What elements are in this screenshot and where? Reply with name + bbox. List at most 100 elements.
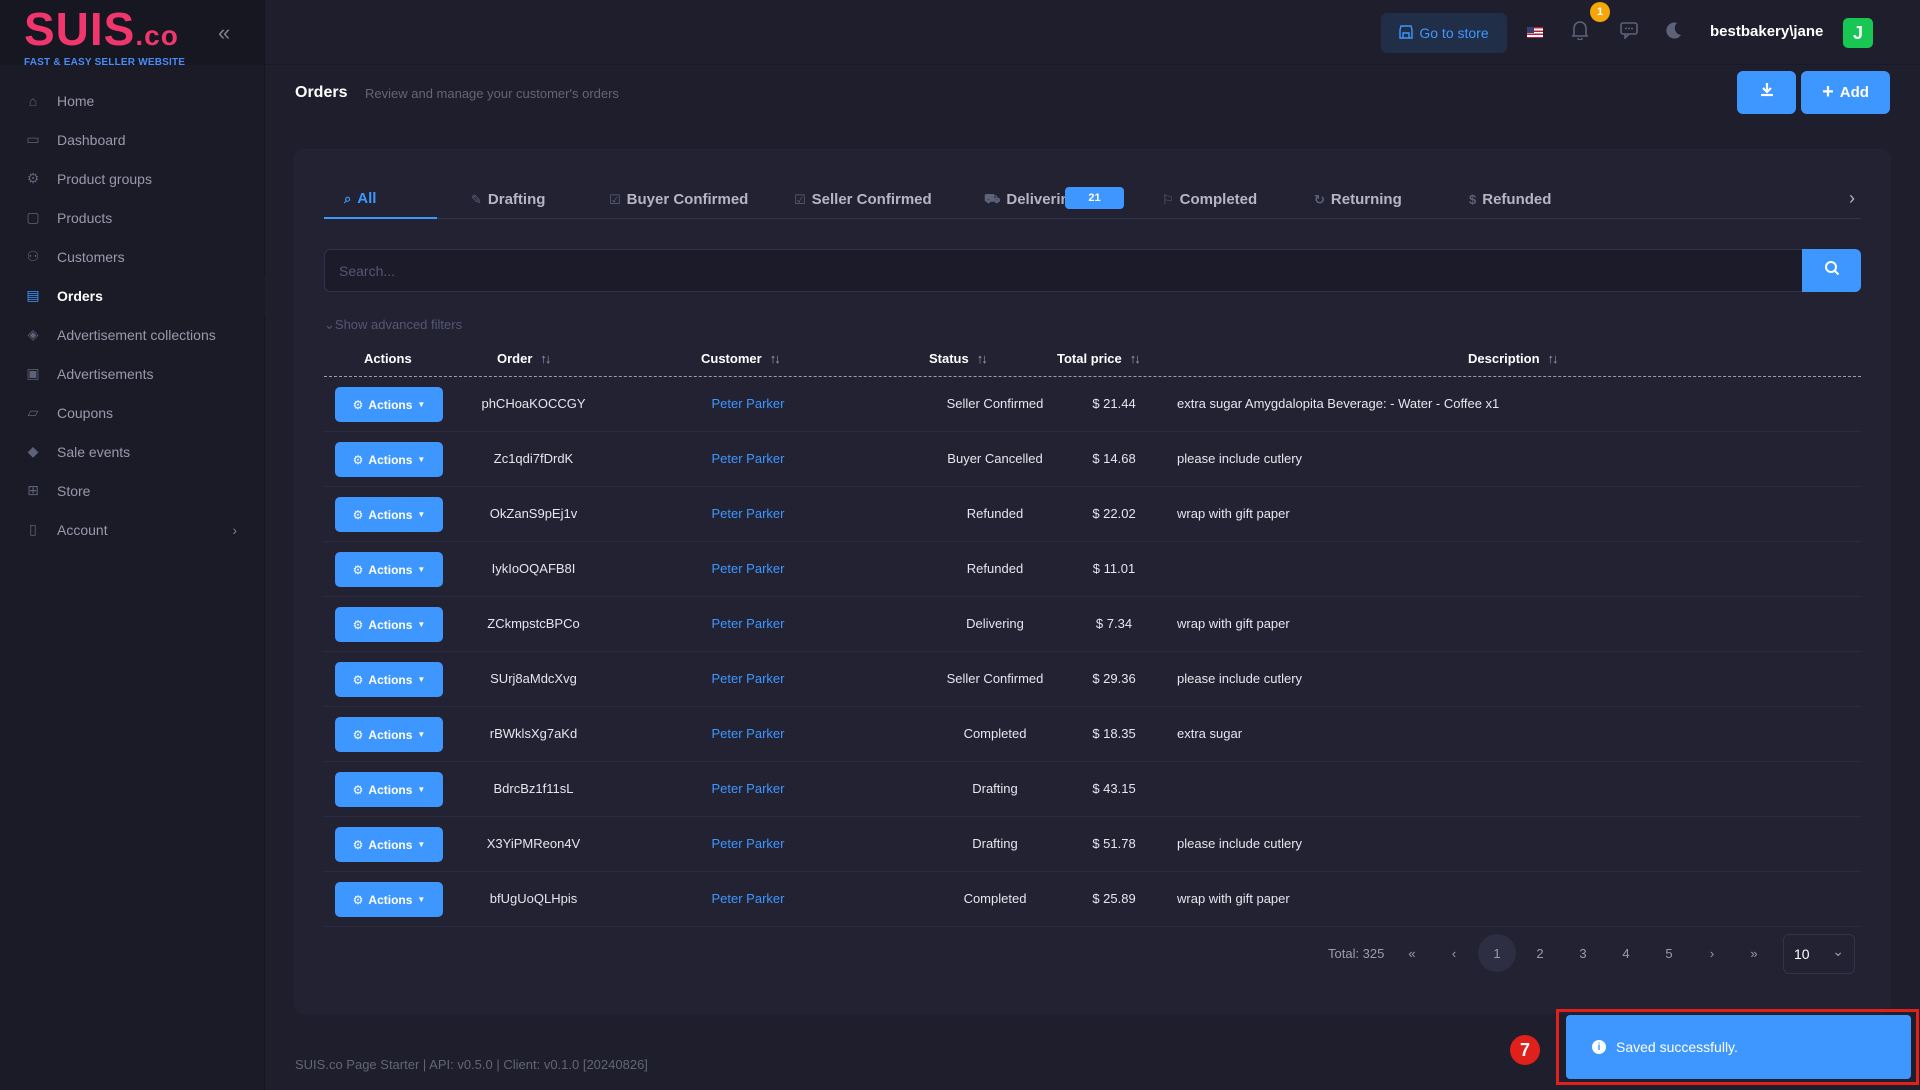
customer-link[interactable]: Peter Parker — [643, 451, 853, 466]
truck-icon: ⛟ — [984, 190, 1001, 206]
gear-icon: ⚙ — [352, 837, 364, 852]
add-button[interactable]: + Add — [1801, 71, 1890, 114]
toast-notification[interactable]: i Saved successfully. — [1566, 1015, 1911, 1079]
customer-link[interactable]: Peter Parker — [643, 726, 853, 741]
tab-delivering[interactable]: ⛟ Delivering — [964, 180, 1079, 219]
tab-drafting[interactable]: ✎ Drafting — [451, 180, 545, 219]
sidebar-item-store[interactable]: ⊞ Store — [0, 471, 265, 510]
orders-table: Actions Order ↑↓ Customer ↑↓ Status ↑↓ Tota… — [324, 342, 1861, 927]
customer-link[interactable]: Peter Parker — [643, 616, 853, 631]
download-icon — [1759, 82, 1775, 103]
download-button[interactable] — [1737, 71, 1796, 114]
sidebar-item-dashboard[interactable]: ▭ Dashboard — [0, 120, 265, 159]
sort-icon: ↑↓ — [1547, 351, 1559, 366]
orders-icon: ▤ — [26, 287, 40, 303]
table-row: ⚙ Actions ▼ OkZanS9pEj1v Peter Parker Refunde… — [324, 487, 1861, 542]
tab-completed[interactable]: ⚐ Completed — [1142, 180, 1257, 219]
customer-link[interactable]: Peter Parker — [643, 891, 853, 906]
sidebar-item-orders[interactable]: ▤ Orders — [0, 276, 265, 315]
table-row: ⚙ Actions ▼ BdrcBz1f11sL Peter Parker Draftin… — [324, 762, 1861, 817]
home-icon: ⌂ — [28, 92, 38, 109]
sidebar-item-label: Dashboard — [57, 131, 126, 148]
header-order[interactable]: Order ↑↓ — [497, 351, 551, 366]
order-description: please include cutlery — [1177, 671, 1303, 686]
us-flag-icon[interactable] — [1527, 27, 1543, 38]
sidebar-item-customers[interactable]: ⚇ Customers — [0, 237, 265, 276]
show-advanced-filters-link[interactable]: ⌄Show advanced filters — [324, 317, 462, 333]
user-name[interactable]: bestbakery\jane — [1710, 23, 1823, 40]
logo-tagline: FAST & EASY SELLER WEBSITE — [24, 57, 186, 68]
annotation-marker: 7 — [1510, 1035, 1540, 1065]
tab-all[interactable]: ⌕ All — [324, 180, 437, 219]
sort-icon: ↑↓ — [769, 351, 781, 366]
order-id: BdrcBz1f11sL — [493, 781, 574, 796]
order-id: bfUgUoQLHpis — [489, 891, 578, 906]
page-button[interactable]: 3 — [1564, 934, 1602, 972]
gear-icon: ⚙ — [352, 452, 364, 467]
tab-buyer-confirmed[interactable]: ☑ Buyer Confirmed — [589, 180, 748, 219]
chevrons-left-icon[interactable]: « — [218, 20, 230, 46]
table-body: ⚙ Actions ▼ phCHoaKOCCGY Peter Parker Seller … — [324, 377, 1861, 927]
total-count: Total: 325 — [1328, 946, 1385, 961]
order-id: SUrj8aMdcXvg — [490, 671, 577, 686]
next-page-button[interactable]: › — [1693, 934, 1731, 972]
moon-icon[interactable] — [1665, 21, 1683, 44]
prev-page-button[interactable]: ‹ — [1435, 934, 1473, 972]
header-actions: Actions — [364, 351, 412, 366]
dashboard-icon: ▭ — [26, 131, 40, 147]
store-icon — [1399, 24, 1414, 42]
page-button[interactable]: 4 — [1607, 934, 1645, 972]
page-button[interactable]: 2 — [1521, 934, 1559, 972]
header-status[interactable]: Status ↑↓ — [929, 351, 988, 366]
customer-link[interactable]: Peter Parker — [643, 506, 853, 521]
first-page-button[interactable]: « — [1393, 934, 1431, 972]
customer-link[interactable]: Peter Parker — [643, 836, 853, 851]
customer-link[interactable]: Peter Parker — [643, 561, 853, 576]
sidebar-item-account[interactable]: ▯ Account › — [0, 510, 265, 549]
page-title: Orders — [295, 84, 348, 101]
sidebar-item-sale-events[interactable]: ◆ Sale events — [0, 432, 265, 471]
search-icon — [1824, 260, 1840, 281]
chat-icon[interactable] — [1620, 21, 1638, 44]
tab-seller-confirmed[interactable]: ☑ Seller Confirmed — [774, 180, 932, 219]
sidebar-item-label: Account — [57, 521, 108, 538]
order-id: Zc1qdi7fDrdK — [493, 451, 574, 466]
customers-icon: ⚇ — [26, 248, 40, 264]
product-groups-icon: ⚙ — [26, 170, 40, 186]
flag-icon: ⚐ — [1162, 191, 1174, 207]
customer-link[interactable]: Peter Parker — [643, 671, 853, 686]
tab-refunded[interactable]: $ Refunded — [1449, 180, 1551, 219]
sidebar-item-product-groups[interactable]: ⚙ Product groups — [0, 159, 265, 198]
chevron-right-icon: › — [232, 521, 237, 538]
sidebar-item-label: Sale events — [57, 443, 131, 460]
search-input[interactable] — [324, 249, 1802, 292]
header-description[interactable]: Description ↑↓ — [1468, 351, 1559, 366]
order-total-price: $ 11.01 — [1092, 561, 1136, 576]
order-id: ZCkmpstcBPCo — [487, 616, 580, 631]
sidebar-item-coupons[interactable]: ▱ Coupons — [0, 393, 265, 432]
sidebar-item-products[interactable]: ▢ Products — [0, 198, 265, 237]
sidebar-item-advertisement-collections[interactable]: ◈ Advertisement collections — [0, 315, 265, 354]
tab-returning[interactable]: ↻ Returning — [1294, 180, 1402, 219]
sidebar-item-advertisements[interactable]: ▣ Advertisements — [0, 354, 265, 393]
customer-link[interactable]: Peter Parker — [643, 781, 853, 796]
order-total-price: $ 43.15 — [1092, 781, 1136, 796]
bell-icon[interactable] — [1571, 20, 1589, 45]
search-button[interactable] — [1802, 249, 1861, 292]
table-row: ⚙ Actions ▼ SUrj8aMdcXvg Peter Parker Seller … — [324, 652, 1861, 707]
avatar[interactable]: J — [1843, 18, 1873, 48]
sidebar-item-label: Products — [57, 209, 113, 226]
page-button[interactable]: 5 — [1650, 934, 1688, 972]
sort-icon: ↑↓ — [976, 351, 988, 366]
go-to-store-button[interactable]: Go to store — [1381, 13, 1507, 53]
header-total-price[interactable]: Total price ↑↓ — [1057, 351, 1141, 366]
page-button[interactable]: 1 — [1478, 934, 1516, 972]
order-id: rBWklsXg7aKd — [489, 726, 578, 741]
sidebar-item-home[interactable]: ⌂ Home — [0, 81, 265, 120]
customer-link[interactable]: Peter Parker — [643, 396, 853, 411]
header-customer[interactable]: Customer ↑↓ — [701, 351, 781, 366]
logo[interactable]: SUIS.co FAST & EASY SELLER WEBSITE « — [0, 0, 264, 68]
chevron-right-icon[interactable]: › — [1849, 188, 1855, 209]
last-page-button[interactable]: » — [1735, 934, 1773, 972]
per-page-select[interactable]: 10 ⌄ — [1783, 934, 1855, 974]
